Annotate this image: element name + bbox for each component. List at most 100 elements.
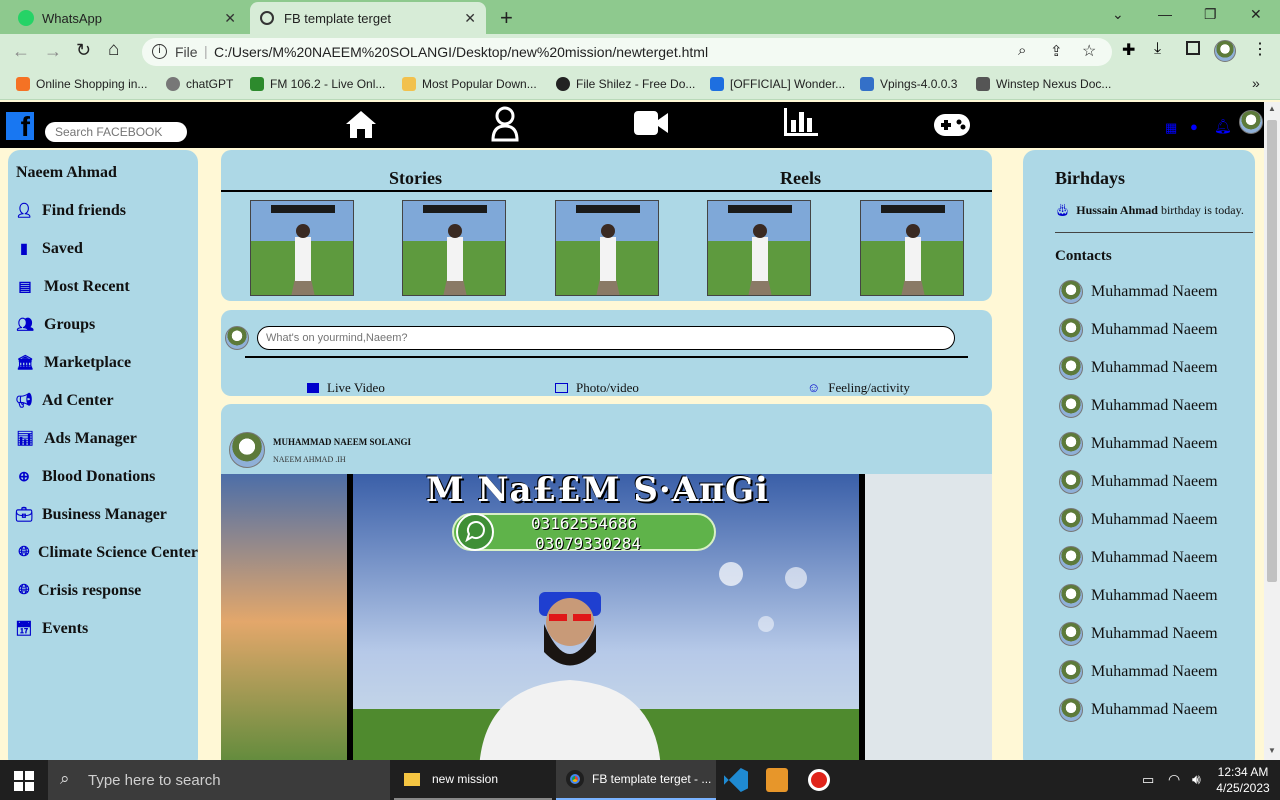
- minimize-button[interactable]: —: [1158, 6, 1172, 22]
- sidebar-item-crisis-response[interactable]: 🌐︎ Crisis response: [16, 582, 141, 600]
- bell-icon[interactable]: 🔔︎: [1214, 118, 1232, 135]
- home-icon[interactable]: ⌂: [108, 39, 119, 61]
- sidebar-item-business-manager[interactable]: 💼︎ Business Manager: [15, 506, 167, 524]
- bookmark-item[interactable]: chatGPT: [166, 77, 233, 91]
- restore-button[interactable]: ❐: [1204, 6, 1217, 23]
- scroll-up-icon[interactable]: ▲: [1268, 104, 1276, 113]
- profile-avatar[interactable]: [1214, 40, 1236, 62]
- sidebar-item-find-friends[interactable]: 👤︎ Find friends: [15, 202, 126, 220]
- contact-item[interactable]: Muhammad Naeem: [1059, 546, 1218, 570]
- scroll-down-icon[interactable]: ▼: [1268, 746, 1276, 755]
- battery-icon[interactable]: ▭: [1142, 772, 1154, 788]
- fb-profile-avatar[interactable]: [1239, 110, 1263, 134]
- profile-name[interactable]: Naeem Ahmad: [16, 164, 117, 182]
- post-image[interactable]: M Na££M S·ΑπGi 03162554686 03079330284: [221, 474, 992, 770]
- photo-video-button[interactable]: Photo/video: [555, 380, 639, 396]
- contact-item[interactable]: Muhammad Naeem: [1059, 356, 1218, 380]
- profile-icon[interactable]: [490, 106, 520, 142]
- post-author-avatar[interactable]: [229, 432, 265, 468]
- contact-item[interactable]: Muhammad Naeem: [1059, 280, 1218, 304]
- forward-icon[interactable]: →: [44, 41, 62, 62]
- contact-item[interactable]: Muhammad Naeem: [1059, 432, 1218, 456]
- home-icon[interactable]: [344, 108, 378, 140]
- taskbar-clock[interactable]: 12:34 AM 4/25/2023: [1214, 764, 1272, 796]
- bookmark-item[interactable]: Vpings-4.0.0.3: [860, 77, 957, 91]
- apps-grid-icon[interactable]: ▦: [1165, 120, 1177, 136]
- reel-thumbnail[interactable]: [860, 200, 964, 296]
- contact-item[interactable]: Muhammad Naeem: [1059, 660, 1218, 684]
- wifi-icon[interactable]: ◠: [1168, 771, 1180, 788]
- birthday-notice[interactable]: 🎂︎ Hussain Ahmad birthday is today.: [1055, 203, 1244, 218]
- sidebar-item-ad-center[interactable]: 📢︎ Ad Center: [15, 392, 113, 410]
- sidebar-item-climate-science[interactable]: 🌐︎ Climate Science Center: [16, 544, 198, 562]
- record-icon[interactable]: [808, 769, 830, 791]
- window-close-button[interactable]: ✕: [1250, 6, 1262, 23]
- story-thumbnail[interactable]: [555, 200, 659, 296]
- star-icon[interactable]: ☆: [1082, 41, 1096, 61]
- scrollbar-thumb[interactable]: [1267, 120, 1277, 582]
- tab-whatsapp[interactable]: WhatsApp ✕: [8, 2, 246, 34]
- sidepanel-icon[interactable]: [1186, 41, 1200, 55]
- live-video-button[interactable]: Live Video: [307, 380, 385, 396]
- story-thumbnail[interactable]: [250, 200, 354, 296]
- extensions-icon[interactable]: ✚: [1122, 40, 1135, 60]
- page-scrollbar[interactable]: ▲ ▼: [1264, 102, 1280, 760]
- sidebar-item-groups[interactable]: 👥︎ Groups: [16, 316, 95, 334]
- whats-on-your-mind-input[interactable]: [257, 326, 955, 350]
- story-thumbnail[interactable]: [402, 200, 506, 296]
- sidebar-item-ads-manager[interactable]: 📊︎ Ads Manager: [16, 430, 137, 448]
- address-url[interactable]: C:/Users/M%20NAEEM%20SOLANGI/Desktop/new…: [214, 44, 708, 60]
- share-icon[interactable]: ⇪: [1050, 42, 1063, 60]
- info-icon[interactable]: i: [152, 44, 167, 59]
- reels-tab[interactable]: Reels: [780, 168, 821, 189]
- more-bookmarks-icon[interactable]: »: [1252, 75, 1260, 91]
- vscode-icon[interactable]: [724, 768, 748, 792]
- reel-thumbnail[interactable]: [707, 200, 811, 296]
- gamepad-icon[interactable]: [934, 114, 970, 136]
- bookmark-item[interactable]: Most Popular Down...: [402, 77, 537, 91]
- bookmark-item[interactable]: Winstep Nexus Doc...: [976, 77, 1111, 91]
- bookmark-item[interactable]: File Shilez - Free Do...: [556, 77, 695, 91]
- sublime-icon[interactable]: [766, 768, 788, 792]
- back-icon[interactable]: ←: [12, 41, 30, 62]
- zoom-icon[interactable]: ⌕: [1018, 42, 1026, 59]
- feeling-activity-button[interactable]: ☺ Feeling/activity: [807, 380, 910, 396]
- windows-start-icon[interactable]: [14, 771, 34, 791]
- download-icon[interactable]: ⤓: [1154, 40, 1161, 58]
- post-author-name[interactable]: MUHAMMAD NAEEM SOLANGI: [273, 437, 411, 447]
- stories-tab[interactable]: Stories: [389, 168, 442, 189]
- taskbar-app-chrome[interactable]: FB template terget - ...: [556, 760, 716, 800]
- taskbar-search[interactable]: ⌕ Type here to search: [48, 760, 390, 800]
- contact-item[interactable]: Muhammad Naeem: [1059, 394, 1218, 418]
- bookmark-item[interactable]: FM 106.2 - Live Onl...: [250, 77, 385, 91]
- bookmark-item[interactable]: Online Shopping in...: [16, 77, 147, 91]
- contact-item[interactable]: Muhammad Naeem: [1059, 698, 1218, 722]
- sidebar-item-marketplace[interactable]: 🏛︎ Marketplace: [16, 354, 131, 372]
- sidebar-item-most-recent[interactable]: ▤ Most Recent: [16, 278, 129, 296]
- close-tab-icon[interactable]: ✕: [464, 10, 476, 27]
- contact-item[interactable]: Muhammad Naeem: [1059, 470, 1218, 494]
- menu-icon[interactable]: ⋮: [1252, 39, 1268, 59]
- tab-search-icon[interactable]: ⌄: [1112, 6, 1124, 23]
- contact-item[interactable]: Muhammad Naeem: [1059, 508, 1218, 532]
- tab-fb-template[interactable]: FB template terget ✕: [250, 2, 486, 34]
- fb-search-input[interactable]: [45, 122, 187, 142]
- globe-icon: [260, 11, 274, 25]
- reload-icon[interactable]: ↻: [76, 40, 91, 61]
- taskbar-app-explorer[interactable]: new mission: [394, 760, 552, 800]
- facebook-logo-icon[interactable]: f: [6, 112, 34, 142]
- sidebar-item-saved[interactable]: ▮ Saved: [16, 240, 83, 258]
- volume-icon[interactable]: 🔊︎: [1192, 771, 1201, 788]
- sidebar-item-blood-donations[interactable]: ⊕ Blood Donations: [16, 468, 155, 486]
- contact-item[interactable]: Muhammad Naeem: [1059, 622, 1218, 646]
- contact-item[interactable]: Muhammad Naeem: [1059, 584, 1218, 608]
- new-tab-button[interactable]: +: [500, 5, 513, 31]
- address-bar[interactable]: i File | C:/Users/M%20NAEEM%20SOLANGI/De…: [142, 38, 1112, 66]
- close-tab-icon[interactable]: ✕: [224, 10, 236, 27]
- messenger-icon[interactable]: ●: [1190, 119, 1198, 134]
- video-icon[interactable]: [634, 111, 668, 135]
- sidebar-item-events[interactable]: 📅︎ Events: [15, 620, 88, 638]
- chart-icon[interactable]: [782, 106, 820, 138]
- contact-item[interactable]: Muhammad Naeem: [1059, 318, 1218, 342]
- bookmark-item[interactable]: [OFFICIAL] Wonder...: [710, 77, 845, 91]
